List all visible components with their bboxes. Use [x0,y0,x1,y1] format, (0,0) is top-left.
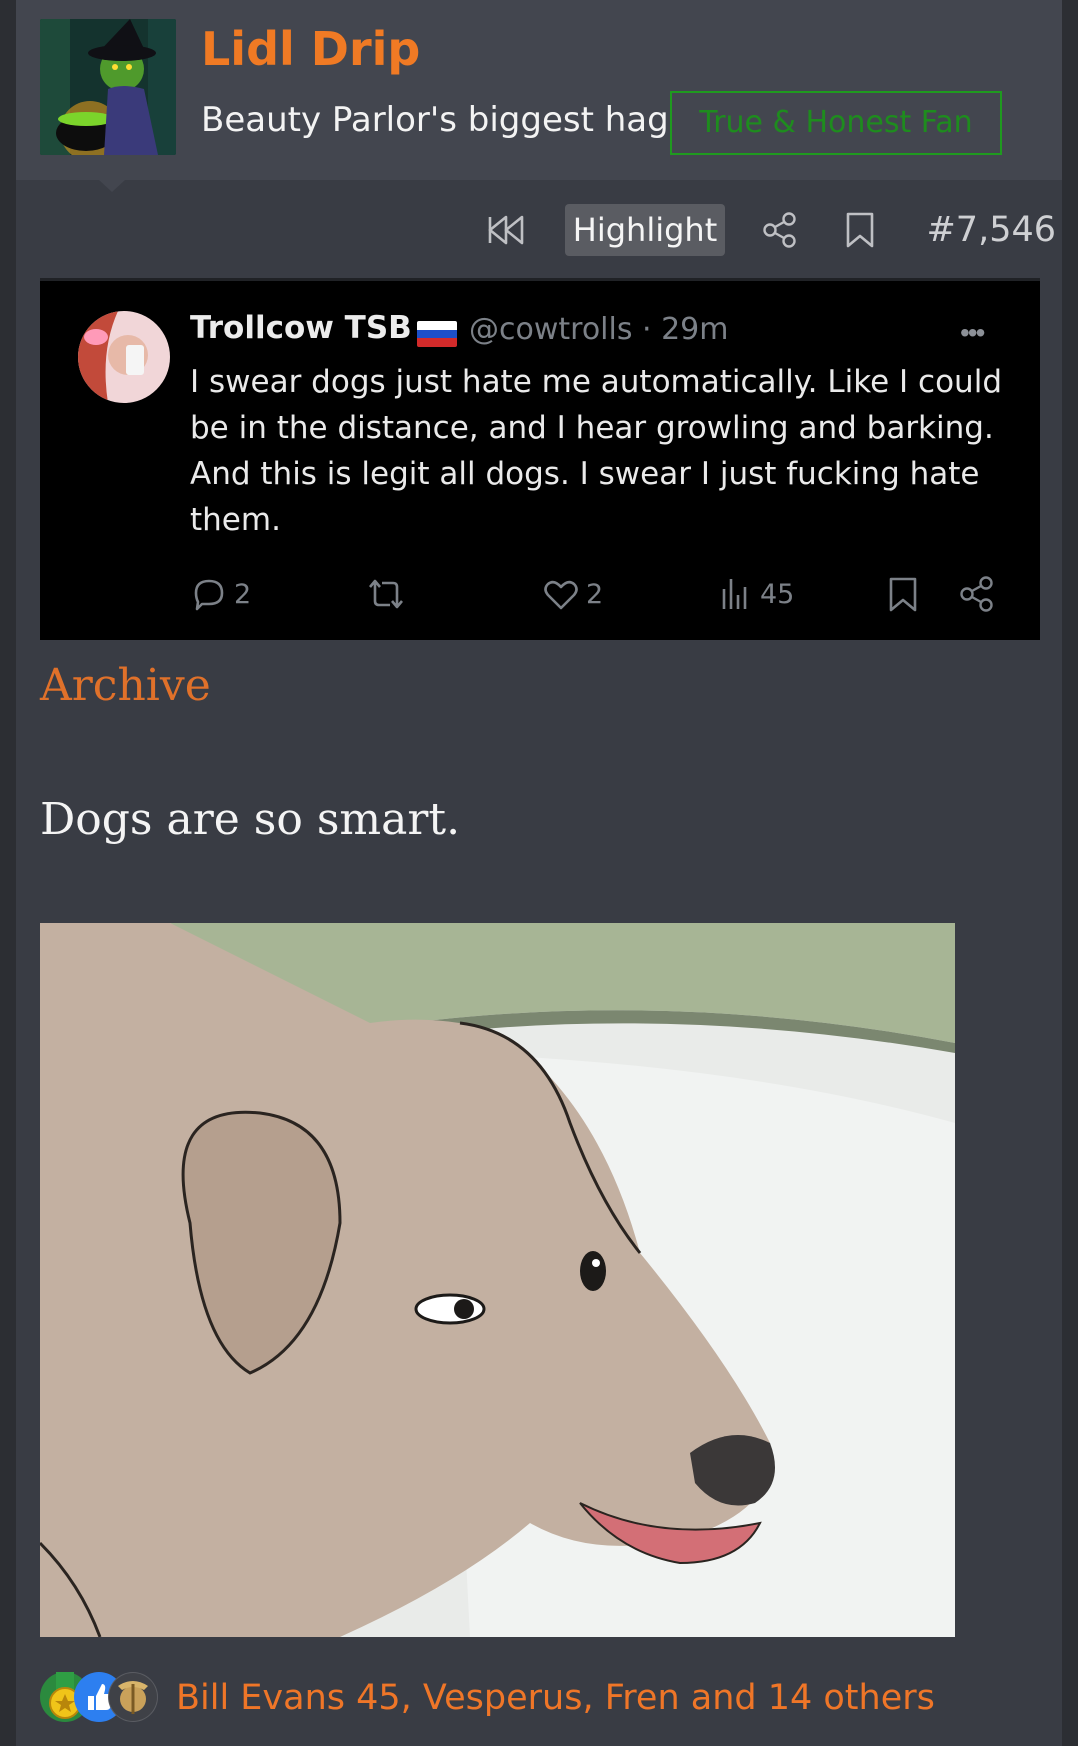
views-action[interactable]: 45 [716,574,794,614]
reply-action[interactable]: 2 [190,574,251,614]
tweet-bookmark-icon [889,577,917,612]
tweet-share-action[interactable] [958,574,1002,614]
bookmark-icon[interactable] [836,204,884,256]
like-action[interactable]: 2 [542,574,603,614]
russia-flag-icon [417,321,457,347]
username[interactable]: Lidl Drip [201,26,420,72]
share-icon[interactable] [756,204,804,256]
tweet-bookmark-action[interactable] [886,574,926,614]
views-icon [722,579,747,609]
highlight-button[interactable]: Highlight [565,204,725,256]
reply-icon [194,579,224,611]
heart-icon [544,580,578,610]
retweet-action[interactable] [364,574,414,614]
reply-count: 2 [234,578,252,610]
tweet-display-name[interactable]: Trollcow TSB [190,313,412,344]
view-count: 45 [760,578,795,610]
user-title: Beauty Parlor's biggest hag [201,100,669,140]
dog-meme-image[interactable] [40,923,955,1637]
tweet-share-icon [960,576,993,612]
tweet-text: I swear dogs just hate me automatically.… [190,364,1002,538]
user-header: Lidl Drip Beauty Parlor's biggest hag Tr… [16,0,1062,180]
post-number-link[interactable]: #7,546 [926,204,1056,256]
reaction-summary-link[interactable]: Bill Evans 45, Vesperus, Fren and 14 oth… [176,1676,935,1720]
user-avatar[interactable] [40,19,176,155]
user-banner: True & Honest Fan [670,91,1002,155]
more-options-icon[interactable]: ••• [960,317,985,349]
tweet-embed[interactable]: Trollcow TSB @cowtrolls · 29m ••• I swea… [40,278,1040,640]
tweet-avatar[interactable] [78,311,170,403]
post-container: Lidl Drip Beauty Parlor's biggest hag Tr… [16,0,1062,1746]
tweet-handle-time[interactable]: @cowtrolls · 29m [469,315,728,345]
archive-link[interactable]: Archive [40,664,211,708]
emblem-reaction-icon[interactable] [108,1672,158,1722]
rewind-icon[interactable] [482,204,530,256]
header-caret [99,180,125,192]
post-body-text: Dogs are so smart. [40,794,461,845]
like-count: 2 [586,578,604,610]
retweet-icon [369,579,403,609]
